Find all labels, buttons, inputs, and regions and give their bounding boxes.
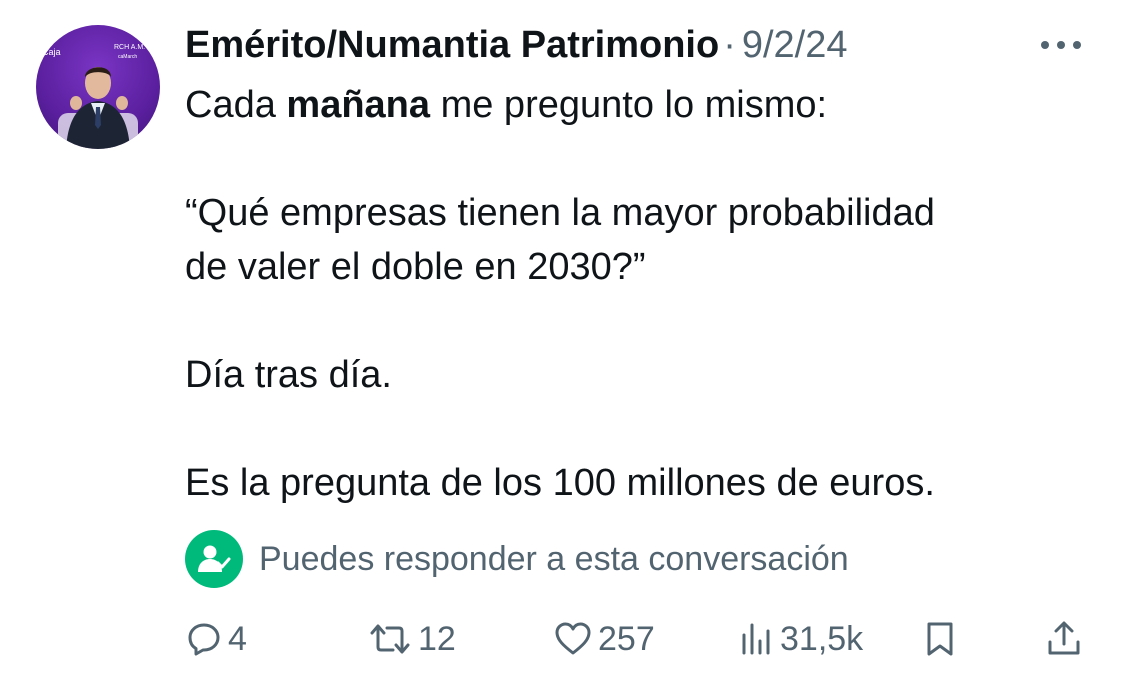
like-count: 257 (598, 619, 655, 658)
tweet-line-4: Día tras día. (185, 354, 392, 396)
reply-button[interactable]: 4 (186, 615, 247, 663)
bookmark-button[interactable] (924, 615, 956, 663)
more-icon (1041, 41, 1081, 49)
share-button[interactable] (1046, 615, 1082, 663)
bookmark-icon (927, 622, 953, 656)
tweet-text: Cada mañana me pregunto lo mismo: “Qué e… (185, 78, 1085, 510)
reply-permission-notice: Puedes responder a esta conversación (185, 530, 849, 588)
retweet-button[interactable]: 12 (368, 615, 456, 663)
tweet-line-2: “Qué empresas tienen la mayor probabilid… (185, 192, 935, 234)
avatar[interactable]: Caja RCH A.M. caMarch (36, 25, 160, 149)
views-icon (742, 623, 770, 655)
views-count: 31,5k (780, 619, 864, 658)
author-name[interactable]: Emérito/Numantia Patrimonio (185, 24, 719, 67)
reply-permission-text: Puedes responder a esta conversación (259, 539, 849, 578)
tweet-line-1-bold: mañana (286, 84, 431, 126)
reply-icon (188, 623, 220, 656)
like-button[interactable]: 257 (554, 615, 655, 663)
more-options-button[interactable] (1037, 32, 1085, 58)
avatar-photo: Caja RCH A.M. caMarch (42, 44, 145, 149)
avatar-text-caja: Caja (42, 47, 61, 57)
header-separator: · (723, 23, 736, 66)
retweet-count: 12 (418, 619, 456, 658)
reply-count: 4 (228, 619, 247, 658)
avatar-text-march: RCH A.M. (114, 44, 145, 51)
reply-permission-badge (185, 530, 243, 588)
person-check-icon (198, 545, 231, 572)
heart-icon (555, 622, 591, 655)
tweet-line-1-end: me pregunto lo mismo: (430, 84, 828, 126)
tweet-date[interactable]: 9/2/24 (742, 24, 848, 67)
tweet-line-1: Cada mañana me pregunto lo mismo: (185, 78, 1085, 132)
tweet-header: Emérito/Numantia Patrimonio · 9/2/24 (185, 18, 848, 72)
share-icon (1048, 621, 1080, 655)
tweet-line-3: de valer el doble en 2030?” (185, 246, 646, 288)
avatar-text-camarch: caMarch (118, 54, 137, 60)
tweet-line-1-start: Cada (185, 84, 287, 126)
retweet-icon (370, 624, 410, 654)
tweet-line-5: Es la pregunta de los 100 millones de eu… (185, 462, 935, 504)
views-button[interactable]: 31,5k (740, 615, 863, 663)
